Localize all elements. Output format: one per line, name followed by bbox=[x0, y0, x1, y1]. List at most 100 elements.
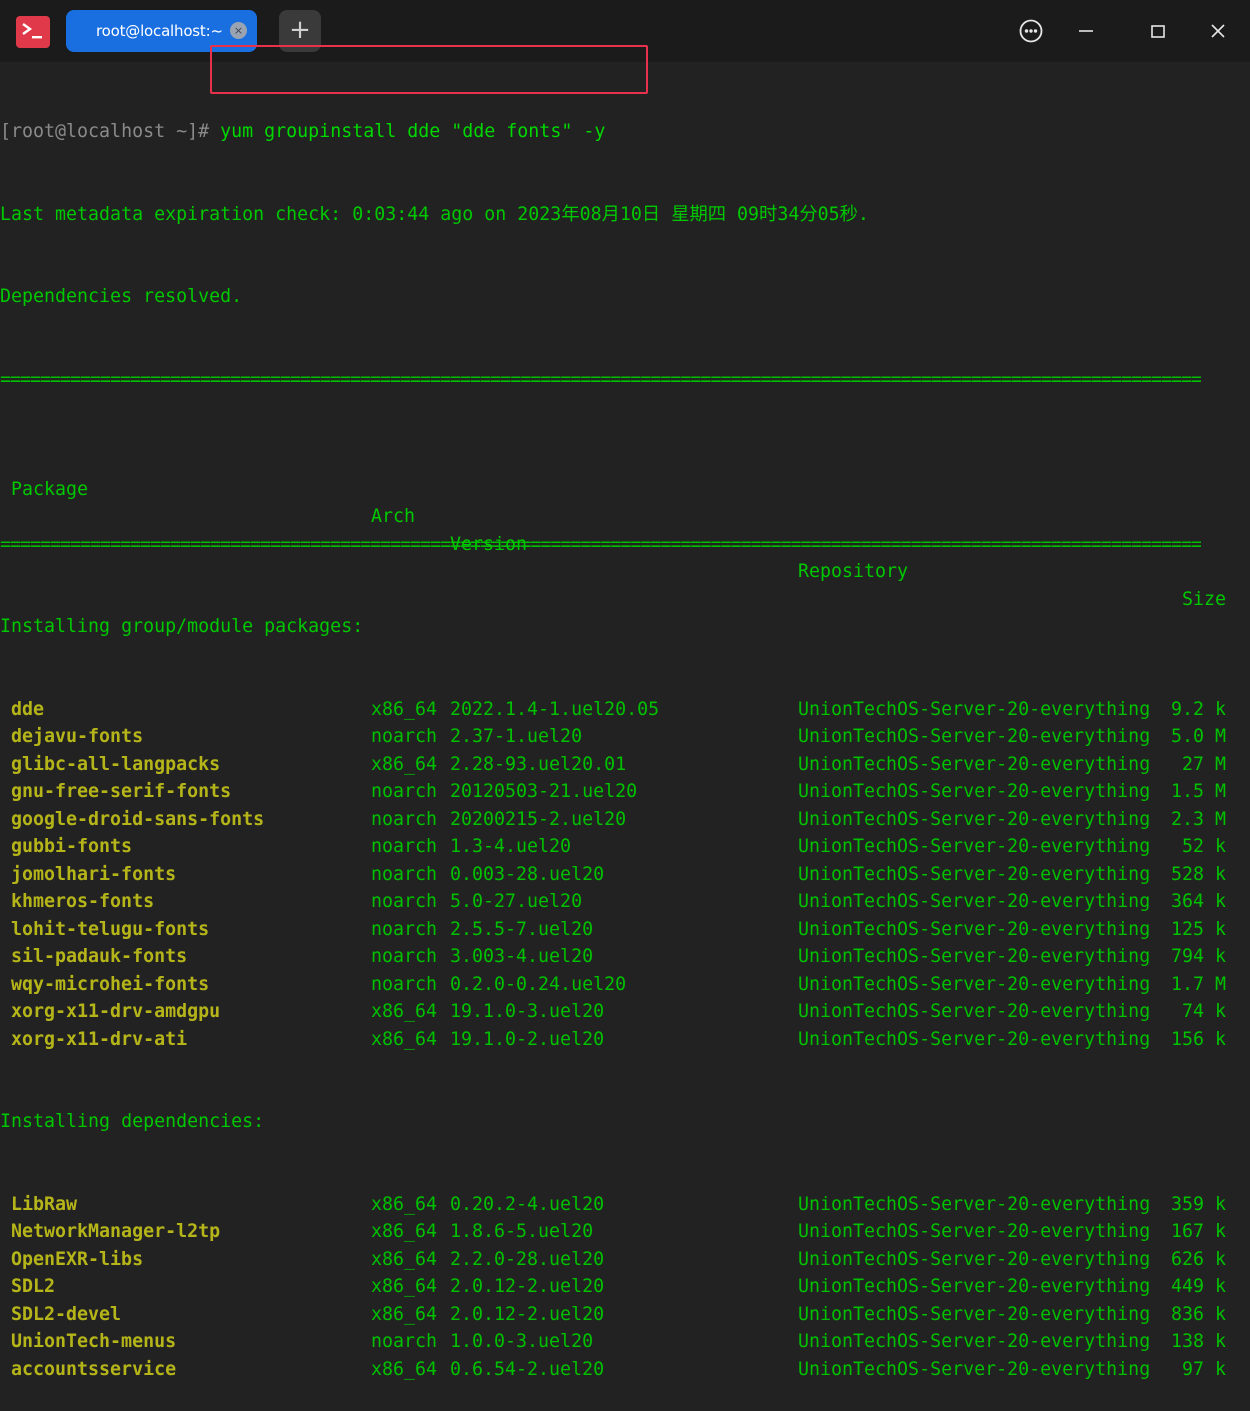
package-version: 0.6.54-2.uel20 bbox=[450, 1358, 605, 1380]
package-repo: UnionTechOS-Server-20-everything bbox=[798, 946, 1151, 967]
tab-title: root@localhost:~ bbox=[96, 22, 223, 40]
package-repo: UnionTechOS-Server-20-everything bbox=[798, 891, 1151, 912]
package-name: gubbi-fonts bbox=[11, 836, 133, 857]
package-arch: noarch bbox=[371, 808, 438, 830]
package-row: gnu-free-serif-fonts noarch 20120503-21.ue… bbox=[0, 778, 1250, 806]
package-name: accountsservice bbox=[11, 1358, 177, 1380]
separator-top: ========================================… bbox=[0, 368, 1202, 390]
package-arch: noarch bbox=[371, 891, 438, 912]
package-version: 3.003-4.uel20 bbox=[450, 946, 594, 967]
package-row: SDL2-devel x86_64 2.0.12-2.uel20 UnionTechO… bbox=[0, 1301, 1250, 1329]
header-size: Size bbox=[1181, 588, 1226, 610]
group-section-label: Installing group/module packages: bbox=[0, 616, 364, 637]
group-package-list: dde x86_64 2022.1.4-1.uel20.05 UnionTechOS-… bbox=[0, 696, 1250, 1054]
package-row: lohit-telugu-fonts noarch 2.5.5-7.uel20 Uni… bbox=[0, 916, 1250, 944]
package-size: 449 k bbox=[1170, 1276, 1226, 1297]
terminal-app-icon bbox=[16, 16, 50, 48]
package-repo: UnionTechOS-Server-20-everything bbox=[798, 973, 1151, 995]
package-version: 20200215-2.uel20 bbox=[450, 808, 627, 830]
package-size: 5.0 M bbox=[1170, 726, 1226, 747]
minimize-icon[interactable] bbox=[1071, 16, 1101, 46]
package-row: google-droid-sans-fonts noarch 20200215-2.… bbox=[0, 806, 1250, 834]
package-name: glibc-all-langpacks bbox=[11, 753, 221, 775]
package-version: 2.28-93.uel20.01 bbox=[450, 753, 627, 775]
package-repo: UnionTechOS-Server-20-everything bbox=[798, 726, 1151, 747]
package-arch: x86_64 bbox=[371, 1001, 438, 1022]
package-repo: UnionTechOS-Server-20-everything bbox=[798, 918, 1151, 940]
deps-resolved-line: Dependencies resolved. bbox=[0, 286, 243, 307]
header-repository: Repository bbox=[798, 561, 909, 582]
separator-bottom: ========================================… bbox=[0, 533, 1202, 555]
package-row: khmeros-fonts noarch 5.0-27.uel20 UnionTech… bbox=[0, 888, 1250, 916]
package-size: 9.2 k bbox=[1170, 698, 1226, 720]
package-row: xorg-x11-drv-amdgpu x86_64 19.1.0-3.uel20 U… bbox=[0, 998, 1250, 1026]
header-package: Package bbox=[11, 478, 89, 500]
package-row: UnionTech-menus noarch 1.0.0-3.uel20 UnionT… bbox=[0, 1328, 1250, 1356]
package-repo: UnionTechOS-Server-20-everything bbox=[798, 1358, 1151, 1380]
package-name: gnu-free-serif-fonts bbox=[11, 781, 232, 802]
package-size: 125 k bbox=[1170, 918, 1226, 940]
package-row: dejavu-fonts noarch 2.37-1.uel20 UnionTechO… bbox=[0, 723, 1250, 751]
package-arch: noarch bbox=[371, 918, 438, 940]
package-repo: UnionTechOS-Server-20-everything bbox=[798, 781, 1151, 802]
package-repo: UnionTechOS-Server-20-everything bbox=[798, 863, 1151, 885]
package-repo: UnionTechOS-Server-20-everything bbox=[798, 1331, 1151, 1352]
package-name: SDL2 bbox=[11, 1276, 56, 1297]
package-name: LibRaw bbox=[11, 1193, 78, 1215]
package-repo: UnionTechOS-Server-20-everything bbox=[798, 1028, 1151, 1050]
package-row: NetworkManager-l2tp x86_64 1.8.6-5.uel20 Un… bbox=[0, 1218, 1250, 1246]
package-size: 2.3 M bbox=[1170, 808, 1226, 830]
package-arch: x86_64 bbox=[371, 1193, 438, 1215]
package-version: 1.3-4.uel20 bbox=[450, 836, 572, 857]
more-options-icon[interactable] bbox=[1016, 16, 1046, 46]
package-repo: UnionTechOS-Server-20-everything bbox=[798, 1193, 1151, 1215]
package-name: wqy-microhei-fonts bbox=[11, 973, 210, 995]
package-size: 74 k bbox=[1181, 1001, 1226, 1022]
package-repo: UnionTechOS-Server-20-everything bbox=[798, 753, 1151, 775]
close-icon[interactable] bbox=[1203, 16, 1233, 46]
package-name: sil-padauk-fonts bbox=[11, 946, 188, 967]
command-text: yum groupinstall dde "dde fonts" -y bbox=[209, 121, 606, 142]
package-row: LibRaw x86_64 0.20.2-4.uel20 UnionTechOS-Se… bbox=[0, 1191, 1250, 1219]
package-size: 528 k bbox=[1170, 863, 1226, 885]
package-size: 138 k bbox=[1170, 1331, 1226, 1352]
package-version: 2.0.12-2.uel20 bbox=[450, 1276, 605, 1297]
package-size: 1.7 M bbox=[1170, 973, 1226, 995]
shell-prompt: [root@localhost ~]# bbox=[0, 121, 210, 142]
command-line: [root@localhost ~]# yum groupinstall dde… bbox=[0, 118, 1250, 146]
package-version: 5.0-27.uel20 bbox=[450, 891, 583, 912]
package-name: SDL2-devel bbox=[11, 1303, 122, 1325]
package-arch: x86_64 bbox=[371, 1276, 438, 1297]
package-arch: x86_64 bbox=[371, 1028, 438, 1050]
package-row: dde x86_64 2022.1.4-1.uel20.05 UnionTechOS-… bbox=[0, 696, 1250, 724]
tab-close-icon[interactable]: × bbox=[230, 22, 247, 39]
table-header: Package Arch Version Repository Size bbox=[0, 448, 1250, 610]
dependency-package-list: LibRaw x86_64 0.20.2-4.uel20 UnionTechOS-Se… bbox=[0, 1191, 1250, 1384]
package-arch: x86_64 bbox=[371, 753, 438, 775]
package-name: xorg-x11-drv-ati bbox=[11, 1028, 188, 1050]
package-size: 364 k bbox=[1170, 891, 1226, 912]
package-version: 2.37-1.uel20 bbox=[450, 726, 583, 747]
package-repo: UnionTechOS-Server-20-everything bbox=[798, 1303, 1151, 1325]
terminal-output[interactable]: [root@localhost ~]# yum groupinstall dde… bbox=[0, 63, 1250, 1411]
package-arch: x86_64 bbox=[371, 1358, 438, 1380]
package-arch: x86_64 bbox=[371, 1248, 438, 1270]
package-row: wqy-microhei-fonts noarch 0.2.0-0.24.uel20… bbox=[0, 971, 1250, 999]
package-arch: noarch bbox=[371, 973, 438, 995]
package-name: dejavu-fonts bbox=[11, 726, 144, 747]
package-row: OpenEXR-libs x86_64 2.2.0-28.uel20 UnionTec… bbox=[0, 1246, 1250, 1274]
package-name: xorg-x11-drv-amdgpu bbox=[11, 1001, 221, 1022]
package-name: UnionTech-menus bbox=[11, 1331, 177, 1352]
package-repo: UnionTechOS-Server-20-everything bbox=[798, 1001, 1151, 1022]
maximize-icon[interactable] bbox=[1143, 16, 1173, 46]
package-size: 27 M bbox=[1181, 753, 1226, 775]
package-row: gubbi-fonts noarch 1.3-4.uel20 UnionTechOS-… bbox=[0, 833, 1250, 861]
package-name: jomolhari-fonts bbox=[11, 863, 177, 885]
package-version: 19.1.0-3.uel20 bbox=[450, 1001, 605, 1022]
package-arch: noarch bbox=[371, 781, 438, 802]
package-size: 156 k bbox=[1170, 1028, 1226, 1050]
package-version: 1.0.0-3.uel20 bbox=[450, 1331, 594, 1352]
package-version: 0.2.0-0.24.uel20 bbox=[450, 973, 627, 995]
package-version: 1.8.6-5.uel20 bbox=[450, 1221, 594, 1242]
package-version: 0.20.2-4.uel20 bbox=[450, 1193, 605, 1215]
